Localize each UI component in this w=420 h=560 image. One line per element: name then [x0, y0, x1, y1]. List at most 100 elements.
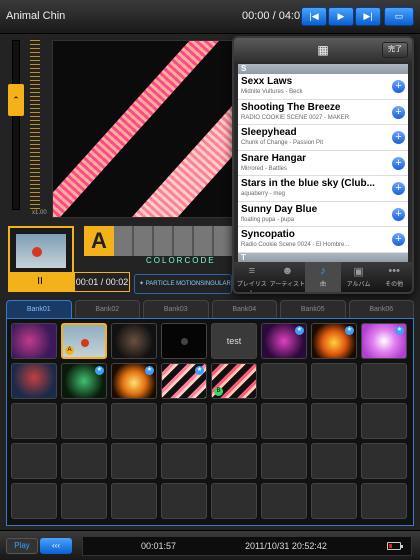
clip-cell[interactable]: ★	[261, 323, 307, 359]
total-elapsed: 00:01:57	[141, 541, 177, 551]
clip-cell[interactable]	[261, 363, 307, 399]
speed-slider[interactable]: ⌃ x1.00	[8, 40, 47, 218]
add-icon[interactable]: +	[392, 80, 405, 93]
skip-back-button[interactable]: |◀	[301, 7, 327, 26]
tab-artist[interactable]: ☻ アーティスト	[270, 262, 306, 292]
star-icon: ★	[145, 366, 154, 375]
clip-sun	[81, 339, 89, 347]
tab-bank04[interactable]: Bank04	[211, 300, 277, 318]
song-row[interactable]: Syncopatio Radio Cookie Scene 0024 - El …	[238, 227, 408, 253]
clip-cell[interactable]	[11, 483, 57, 519]
clip-cell[interactable]	[311, 483, 357, 519]
song-title: Sleepyhead	[241, 127, 297, 138]
clip-cell[interactable]	[11, 363, 57, 399]
clip-cell[interactable]	[111, 323, 157, 359]
tab-more[interactable]: ••• その他	[376, 262, 412, 292]
play-icon: ▶	[337, 11, 345, 21]
slider-track[interactable]	[12, 40, 20, 210]
clip-cell[interactable]	[361, 483, 407, 519]
rewind-button[interactable]: ‹‹‹	[40, 538, 72, 554]
clip-cell[interactable]	[361, 363, 407, 399]
clip-elapsed: 00:01 / 00:02	[74, 272, 130, 292]
tab-bank05[interactable]: Bank05	[280, 300, 346, 318]
song-row[interactable]: Stars in the blue sky (Club... aquaberry…	[238, 176, 408, 202]
tab-album[interactable]: ▣ アルバム	[341, 262, 377, 292]
clip-cell[interactable]	[111, 403, 157, 439]
library-tab-bar: ≡ プレイリスト ☻ アーティスト ♪ 曲 ▣ アルバム ••• その他	[234, 262, 412, 292]
particle-icon: ✦	[139, 281, 146, 287]
tab-bank06[interactable]: Bank06	[348, 300, 414, 318]
clip-cell[interactable]	[261, 443, 307, 479]
add-icon[interactable]: +	[392, 156, 405, 170]
clip-cell[interactable]	[161, 323, 207, 359]
clip-cell[interactable]	[311, 443, 357, 479]
add-icon[interactable]: +	[392, 182, 405, 195]
music-note-icon: ♪	[320, 265, 326, 277]
clip-cell[interactable]	[311, 363, 357, 399]
clip-cell[interactable]: ★	[111, 363, 157, 399]
clip-cell[interactable]	[11, 443, 57, 479]
song-row[interactable]: Shooting The Breeze RADIO COOKIE SCENE 0…	[238, 100, 408, 125]
clip-cell[interactable]: ★	[61, 363, 107, 399]
clip-cell[interactable]	[11, 323, 57, 359]
song-subtitle: Chunk of Change - Passion Pit	[241, 140, 324, 146]
clip-cell[interactable]	[161, 403, 207, 439]
tab-bank02[interactable]: Bank02	[74, 300, 140, 318]
skip-forward-button[interactable]: ▶|	[355, 7, 381, 26]
play-mode-button[interactable]: Play	[6, 538, 38, 554]
deck-b-badge: B	[214, 387, 223, 396]
done-button[interactable]: 完了	[382, 42, 408, 58]
clip-cell[interactable]	[261, 483, 307, 519]
tab-bank03[interactable]: Bank03	[143, 300, 209, 318]
pause-button[interactable]: II	[8, 272, 72, 292]
tab-playlist[interactable]: ≡ プレイリスト	[234, 262, 270, 292]
clip-cell[interactable]	[211, 443, 257, 479]
slider-handle[interactable]: ⌃	[8, 84, 24, 116]
add-icon[interactable]: +	[392, 105, 405, 119]
song-list[interactable]: S Sexx Laws Midnite Vultures - Beck + Sh…	[238, 64, 408, 264]
add-icon[interactable]: +	[392, 131, 405, 144]
clip-cell[interactable]	[11, 403, 57, 439]
deck-a-badge: A	[65, 346, 74, 355]
song-row[interactable]: Snare Hangar Mirrored - Battles +	[238, 151, 408, 176]
clip-cell[interactable]	[161, 483, 207, 519]
clip-cell[interactable]: ★	[361, 323, 407, 359]
artist-icon: ☻	[281, 265, 294, 277]
clip-cell[interactable]	[61, 403, 107, 439]
clip-cell[interactable]	[361, 443, 407, 479]
folder-icon: ▭	[394, 11, 404, 21]
clip-cell[interactable]	[61, 443, 107, 479]
clip-dot	[181, 338, 188, 345]
top-toolbar: Animal Chin 00:00 / 04:07 |◀ ▶ ▶| ▭	[0, 0, 420, 34]
clip-cell[interactable]: ★	[161, 363, 207, 399]
tab-bank01[interactable]: Bank01	[6, 300, 72, 318]
current-datetime: 2011/10/31 20:52:42	[245, 541, 327, 551]
clip-cell[interactable]	[111, 483, 157, 519]
song-subtitle: Midnite Vultures - Beck	[241, 89, 303, 95]
song-row[interactable]: Sleepyhead Chunk of Change - Passion Pit…	[238, 125, 408, 151]
tab-songs[interactable]: ♪ 曲	[305, 262, 341, 292]
clip-cell[interactable]	[111, 443, 157, 479]
section-header: S	[238, 64, 408, 74]
song-subtitle: RADIO COOKIE SCENE 0027 - MAKER	[241, 114, 350, 121]
clip-cell[interactable]: A	[61, 323, 107, 359]
song-row[interactable]: Sexx Laws Midnite Vultures - Beck +	[238, 74, 408, 100]
clip-cell[interactable]	[161, 443, 207, 479]
play-button[interactable]: ▶	[328, 7, 354, 26]
effects-bar[interactable]: ✦ PARTICLE MOTIONSINGULAR	[134, 274, 232, 294]
clip-cell[interactable]	[61, 483, 107, 519]
clip-cell[interactable]	[361, 403, 407, 439]
library-button[interactable]: ▭	[384, 7, 414, 26]
clip-cell[interactable]	[261, 403, 307, 439]
deck-letter: A	[84, 226, 114, 256]
clip-cell[interactable]: ★	[311, 323, 357, 359]
song-row[interactable]: Sunny Day Blue floating pupa - pupa +	[238, 202, 408, 227]
add-icon[interactable]: +	[392, 233, 405, 246]
clip-cell[interactable]: B	[211, 363, 257, 399]
clip-cell[interactable]	[211, 403, 257, 439]
clip-cell[interactable]: test	[211, 323, 257, 359]
clip-cell[interactable]	[311, 403, 357, 439]
grid-icon[interactable]: ▦	[316, 43, 330, 57]
add-icon[interactable]: +	[392, 207, 405, 221]
clip-cell[interactable]	[211, 483, 257, 519]
